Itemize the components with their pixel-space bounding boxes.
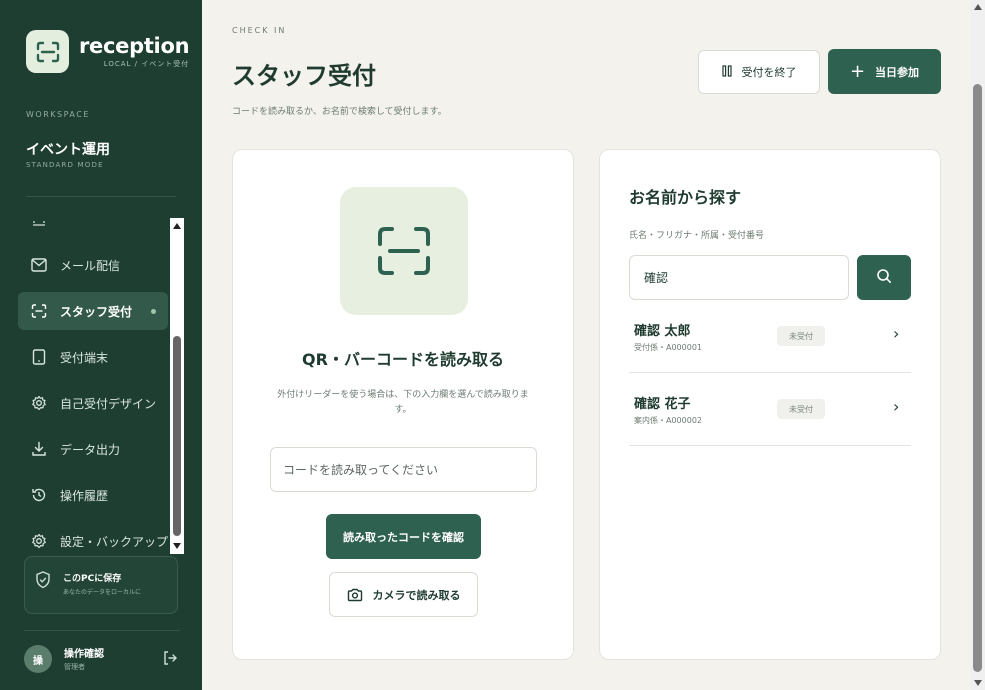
save-card-subtitle: あなたのデータをローカルに	[63, 589, 142, 596]
camera-icon	[347, 588, 363, 602]
page-scrollbar[interactable]	[970, 0, 985, 690]
list-item[interactable]: 確認 花子 案内係・A000002 未受付 ›	[629, 373, 911, 446]
scroll-thumb[interactable]	[173, 336, 181, 536]
scroll-up-icon[interactable]	[173, 223, 181, 229]
scroll-up-icon[interactable]	[974, 4, 982, 10]
scan-logo-icon	[26, 30, 69, 73]
sidebar-item-label: メール配信	[60, 258, 121, 273]
camera-scan-label: カメラで読み取る	[372, 588, 461, 602]
result-detail: 案内係・A000002	[634, 416, 703, 425]
history-icon	[30, 486, 48, 504]
camera-scan-button[interactable]: カメラで読み取る	[329, 572, 478, 617]
scroll-thumb[interactable]	[973, 84, 982, 672]
shield-check-icon	[35, 571, 51, 593]
local-save-card[interactable]: このPCに保存 あなたのデータをローカルに	[24, 556, 178, 614]
scan-icon	[340, 187, 468, 315]
mail-icon	[30, 256, 48, 274]
sidebar-item-label: データ出力	[60, 442, 121, 457]
sidebar-item-self-design[interactable]: 自己受付デザイン	[18, 384, 168, 422]
avatar[interactable]: 操	[24, 645, 52, 673]
name-search-card: お名前から探す 氏名・フリガナ・所属・受付番号 確認 太郎 受付係・A00000…	[599, 149, 941, 660]
user-divider	[24, 630, 180, 631]
sidebar-divider	[26, 196, 176, 197]
sidebar-item-mail[interactable]: メール配信	[18, 246, 168, 284]
sidebar-item-terminal[interactable]: 受付端末	[18, 338, 168, 376]
workspace-label: WORKSPACE	[26, 110, 90, 119]
scan-icon	[30, 302, 48, 320]
page-eyebrow: CHECK IN	[232, 26, 287, 35]
pause-icon	[721, 64, 732, 80]
sidebar-item-export[interactable]: データ出力	[18, 430, 168, 468]
sidebar-item-staff-checkin[interactable]: スタッフ受付	[18, 292, 168, 330]
search-hint: 氏名・フリガナ・所属・受付番号	[629, 231, 765, 241]
chevron-right-icon: ›	[893, 397, 900, 416]
workspace-mode: STANDARD MODE	[26, 161, 104, 169]
page-title: スタッフ受付	[232, 62, 376, 90]
active-indicator	[151, 308, 156, 314]
end-checkin-label: 受付を終了	[741, 66, 797, 79]
list-item[interactable]: 確認 太郎 受付係・A000001 未受付 ›	[629, 300, 911, 373]
brand-name: reception	[79, 34, 190, 58]
scroll-down-icon[interactable]	[173, 543, 181, 549]
sidebar-nav: メール配信 スタッフ受付 受付端末 自己受付デザイン データ出力 操作履歴 設定…	[0, 220, 186, 553]
tablet-icon	[30, 348, 48, 366]
qr-card-title: QR・バーコードを読み取る	[302, 350, 504, 369]
walkin-label: 当日参加	[875, 65, 920, 79]
gear-icon	[30, 394, 48, 412]
sidebar-item-history[interactable]: 操作履歴	[18, 476, 168, 514]
result-name: 確認 太郎	[634, 324, 691, 339]
logout-icon[interactable]	[162, 650, 178, 670]
search-card-title: お名前から探す	[629, 188, 742, 207]
result-detail: 受付係・A000001	[634, 343, 703, 352]
code-input[interactable]	[270, 447, 537, 492]
plus-icon: +	[849, 61, 866, 82]
page-description: コードを読み取るか、お名前で検索して受付します。	[232, 107, 447, 117]
end-checkin-button[interactable]: 受付を終了	[698, 50, 820, 94]
chevron-right-icon: ›	[893, 324, 900, 343]
save-card-title: このPCに保存	[63, 574, 122, 584]
sidebar-item-label: 受付端末	[60, 350, 109, 365]
sidebar-item-label: 自己受付デザイン	[60, 396, 157, 411]
status-badge: 未受付	[777, 399, 825, 419]
search-input[interactable]	[629, 255, 849, 300]
download-icon	[30, 440, 48, 458]
qr-scan-card: QR・バーコードを読み取る 外付けリーダーを使う場合は、下の入力欄を選んで読み取…	[232, 149, 574, 660]
brand[interactable]: reception LOCAL / イベント受付	[26, 30, 190, 73]
user-role: 管理者	[64, 663, 85, 671]
people-icon	[30, 220, 48, 228]
brand-subtitle: LOCAL / イベント受付	[103, 60, 190, 68]
sidebar-item-label: 設定・バックアップ	[60, 534, 169, 549]
search-button[interactable]	[857, 255, 911, 300]
sidebar-item-settings[interactable]: 設定・バックアップ	[18, 522, 168, 553]
result-name: 確認 花子	[634, 397, 691, 412]
sidebar-scrollbar[interactable]	[170, 218, 184, 554]
search-icon	[876, 268, 892, 288]
confirm-code-button[interactable]: 読み取ったコードを確認	[326, 514, 481, 559]
qr-card-description: 外付けリーダーを使う場合は、下の入力欄を選んで読み取ります。	[277, 390, 529, 415]
gear-icon	[30, 532, 48, 550]
sidebar: reception LOCAL / イベント受付 WORKSPACE イベント運…	[0, 0, 202, 690]
user-name: 操作確認	[64, 649, 104, 660]
sidebar-item-label: 操作履歴	[60, 488, 109, 503]
scroll-down-icon[interactable]	[974, 680, 982, 686]
status-badge: 未受付	[777, 326, 825, 346]
walkin-button[interactable]: + 当日参加	[828, 49, 941, 94]
sidebar-item-partial[interactable]	[18, 220, 168, 238]
sidebar-item-label: スタッフ受付	[60, 304, 133, 319]
workspace-name[interactable]: イベント運用	[26, 139, 110, 159]
